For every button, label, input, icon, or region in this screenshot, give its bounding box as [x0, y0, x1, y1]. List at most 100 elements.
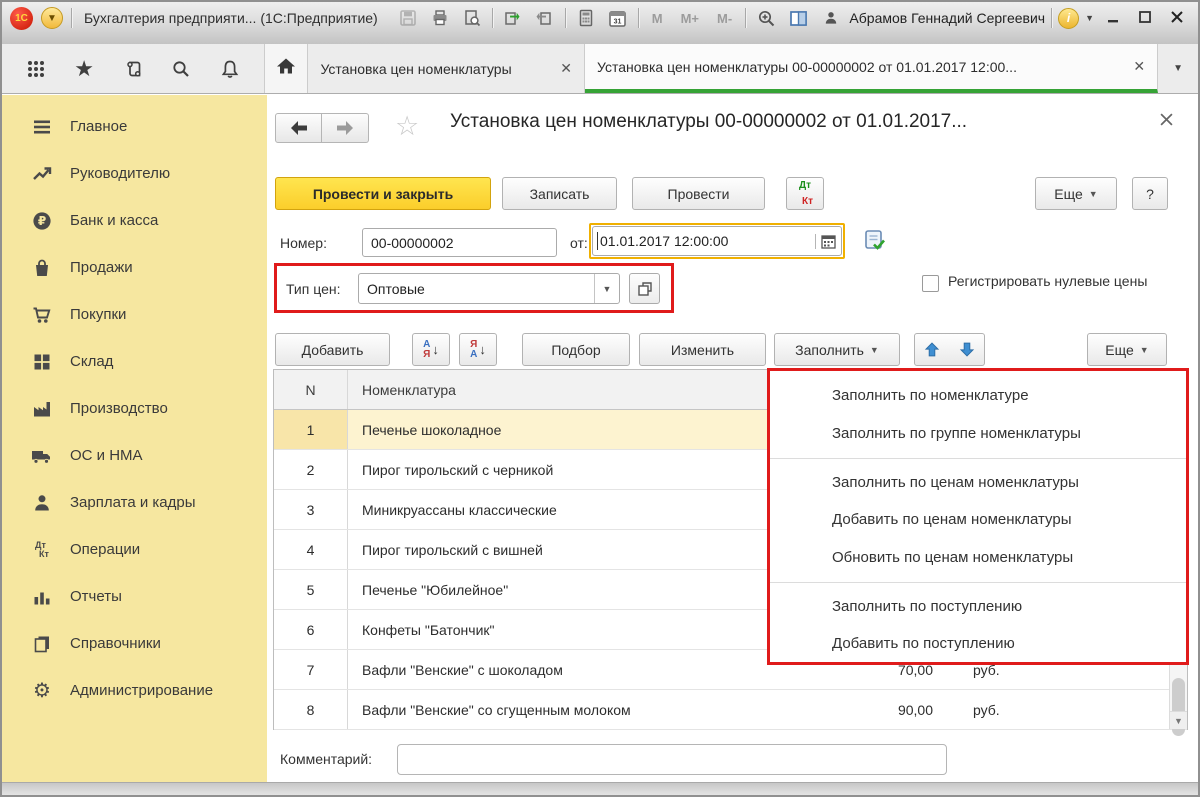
menu-item[interactable]: Заполнить по ценам номенклатуры [770, 458, 1186, 501]
memory-mplus-button[interactable]: M+ [676, 11, 704, 26]
app-window: 1С ▼ Бухгалтерия предприяти... (1С:Предп… [0, 0, 1200, 797]
print-preview-icon[interactable] [460, 7, 484, 29]
date-field-highlight: 01.01.2017 12:00:00 [589, 223, 845, 259]
form-close-icon[interactable] [1160, 113, 1173, 131]
menu-item[interactable]: Заполнить по номенклатуре [770, 377, 1186, 415]
window-title: Бухгалтерия предприяти... (1С:Предприяти… [84, 10, 378, 26]
home-icon [275, 56, 297, 81]
print-icon[interactable] [428, 7, 452, 29]
chevron-down-icon[interactable]: ▼ [594, 274, 619, 303]
export-doc-icon[interactable] [501, 7, 525, 29]
close-button[interactable] [1164, 10, 1190, 27]
sidebar-item[interactable]: ОС и НМА [2, 432, 267, 479]
price-type-combobox[interactable]: Оптовые ▼ [358, 273, 620, 304]
divider [638, 8, 639, 28]
post-button[interactable]: Провести [632, 177, 765, 210]
back-button[interactable] [275, 113, 322, 143]
sidebar-item[interactable]: Отчеты [2, 573, 267, 620]
tabs-overflow-icon[interactable]: ▼ [1158, 44, 1198, 93]
comment-input[interactable] [397, 744, 947, 775]
import-doc-icon[interactable] [533, 7, 557, 29]
menu-item[interactable]: Обновить по ценам номенклатуры [770, 539, 1186, 577]
tab-price-setting-document[interactable]: Установка цен номенклатуры 00-00000002 о… [585, 44, 1158, 93]
apps-grid-icon[interactable] [21, 54, 51, 84]
search-icon[interactable] [166, 54, 196, 84]
sidebar-item[interactable]: ДтКт Операции [2, 526, 267, 573]
sidebar-item[interactable]: Главное [2, 103, 267, 150]
more-button[interactable]: Еще▼ [1035, 177, 1117, 210]
memory-m-button[interactable]: M [647, 11, 668, 26]
divider [745, 8, 746, 28]
favorites-star-icon[interactable]: ★ [69, 54, 99, 84]
save-icon[interactable] [396, 7, 420, 29]
sidebar-item[interactable]: Зарплата и кадры [2, 479, 267, 526]
sidebar-item[interactable]: Склад [2, 338, 267, 385]
menu-item[interactable]: Заполнить по поступлению [770, 582, 1186, 625]
notifications-bell-icon[interactable] [215, 54, 245, 84]
date-input[interactable]: 01.01.2017 12:00:00 [592, 226, 842, 256]
menu-item[interactable]: Добавить по поступлению [770, 625, 1186, 663]
history-icon[interactable] [118, 54, 148, 84]
minimize-button[interactable] [1100, 10, 1126, 27]
maximize-button[interactable] [1132, 10, 1158, 27]
register-zero-prices-checkbox[interactable] [922, 275, 939, 292]
tab-price-setting-list[interactable]: Установка цен номенклатуры ✕ [308, 44, 585, 93]
forward-button[interactable] [322, 113, 369, 143]
scrollbar-down-icon[interactable]: ▼ [1170, 711, 1187, 729]
svg-text:₽: ₽ [38, 214, 46, 228]
sidebar-item[interactable]: ₽ Банк и касса [2, 197, 267, 244]
sidebar-item[interactable]: Производство [2, 385, 267, 432]
close-icon[interactable]: ✕ [1133, 58, 1145, 75]
main-menu-button[interactable]: ▼ [41, 7, 63, 29]
sort-descending-button[interactable]: ЯА ↓ [459, 333, 497, 366]
info-button[interactable]: i [1058, 8, 1079, 29]
move-row-down-button[interactable] [949, 333, 985, 366]
current-user[interactable]: Абрамов Геннадий Сергеевич [849, 10, 1045, 26]
column-header-nomenclature[interactable]: Номенклатура [348, 382, 823, 398]
show-postings-dtkt-button[interactable]: ДтКт [786, 177, 824, 210]
column-header-n[interactable]: N [274, 370, 348, 409]
price-type-highlight: Тип цен: Оптовые ▼ [274, 263, 674, 313]
ruble-icon: ₽ [30, 209, 54, 233]
dtkt-icon: ДтКт [30, 538, 54, 562]
number-input[interactable]: 00-00000002 [362, 228, 557, 257]
post-and-close-button[interactable]: Провести и закрыть [275, 177, 491, 210]
split-window-icon[interactable] [786, 7, 810, 29]
sidebar-item[interactable]: ⚙ Администрирование [2, 667, 267, 714]
menu-item[interactable]: Добавить по ценам номенклатуры [770, 501, 1186, 539]
factory-icon [30, 397, 54, 421]
person-icon [30, 491, 54, 515]
register-zero-prices-label: Регистрировать нулевые цены [948, 271, 1166, 291]
save-button[interactable]: Записать [502, 177, 617, 210]
info-dropdown-icon[interactable]: ▼ [1085, 13, 1094, 23]
menu-item[interactable]: Заполнить по группе номенклатуры [770, 415, 1186, 453]
sidebar-item[interactable]: Справочники [2, 620, 267, 667]
pick-button[interactable]: Подбор [522, 333, 630, 366]
table-row[interactable]: 8 Вафли "Венские" со сгущенным молоком 9… [274, 690, 1187, 730]
calculator-icon[interactable] [574, 7, 598, 29]
sidebar-item[interactable]: Продажи [2, 244, 267, 291]
close-icon[interactable]: ✕ [560, 60, 572, 77]
table-more-button[interactable]: Еще▼ [1087, 333, 1167, 366]
zoom-icon[interactable] [754, 7, 778, 29]
fill-menu-button[interactable]: Заполнить▼ [774, 333, 900, 366]
add-row-button[interactable]: Добавить [275, 333, 390, 366]
memory-mminus-button[interactable]: M- [712, 11, 737, 26]
document-form: ☆ Установка цен номенклатуры 00-00000002… [267, 95, 1198, 785]
books-icon [30, 632, 54, 656]
favorite-toggle-star-icon[interactable]: ☆ [395, 113, 419, 140]
move-row-up-button[interactable] [914, 333, 950, 366]
edit-button[interactable]: Изменить [639, 333, 766, 366]
calendar-icon[interactable]: 31 [606, 7, 630, 29]
chart-icon [30, 585, 54, 609]
sidebar-item[interactable]: Покупки [2, 291, 267, 338]
open-reference-icon[interactable] [629, 273, 660, 304]
calendar-picker-icon[interactable] [815, 234, 841, 249]
sort-ascending-button[interactable]: АЯ ↓ [412, 333, 450, 366]
truck-icon [30, 444, 54, 468]
chevron-down-icon: ▼ [1089, 189, 1098, 199]
gear-icon: ⚙ [30, 679, 54, 703]
tab-home[interactable] [265, 44, 309, 93]
sidebar-item[interactable]: Руководителю [2, 150, 267, 197]
help-button[interactable]: ? [1132, 177, 1168, 210]
